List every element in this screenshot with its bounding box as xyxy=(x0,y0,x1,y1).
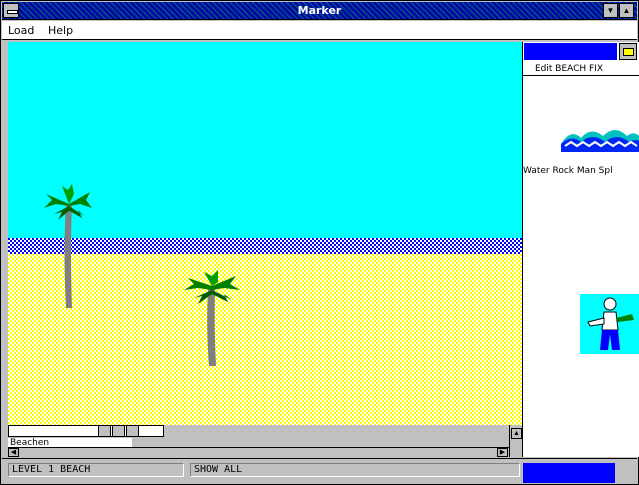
menu-item-help[interactable]: Help xyxy=(48,24,73,37)
menu-bar: Load Help xyxy=(2,21,637,40)
wave-thumbnail-icon[interactable] xyxy=(561,124,639,152)
scroll-right-button[interactable] xyxy=(126,425,139,437)
scene-toolbar-strip xyxy=(8,425,164,437)
beach-scene-canvas[interactable] xyxy=(8,42,522,425)
palm-tree-icon[interactable] xyxy=(42,182,92,312)
maximize-icon[interactable]: ▲ xyxy=(619,3,634,18)
object-palette-panel: Edit BEACH FIX Water Rock Man Spl xyxy=(522,42,639,457)
panel-header xyxy=(524,43,617,60)
status-bar: LEVEL 1 BEACH SHOW ALL xyxy=(2,458,637,484)
status-color-indicator xyxy=(523,463,615,483)
scroll-left-button[interactable] xyxy=(98,425,111,437)
title-bar[interactable]: Marker ▼ ▲ xyxy=(2,2,637,20)
scroll-right-icon[interactable]: ▶ xyxy=(497,448,508,457)
palette-categories[interactable]: Water Rock Man Spl xyxy=(523,166,639,176)
man-thumbnail-icon[interactable] xyxy=(580,294,639,354)
scroll-left-icon[interactable]: ◀ xyxy=(8,448,19,457)
horizontal-scrollbar[interactable]: ◀ ▶ xyxy=(8,447,509,457)
palm-tree-icon[interactable] xyxy=(184,270,240,370)
status-field-level: LEVEL 1 BEACH xyxy=(8,463,184,477)
scroll-up-icon[interactable]: ▲ xyxy=(511,428,522,439)
scroll-mid-button[interactable] xyxy=(112,425,125,437)
main-window: Marker ▼ ▲ Load Help Beachen ▲ ◀ ▶ Edit … xyxy=(0,0,639,485)
status-field-mode: SHOW ALL xyxy=(190,463,520,477)
window-title: Marker xyxy=(297,4,342,17)
minimize-icon[interactable]: ▼ xyxy=(603,3,618,18)
vertical-scrollbar[interactable]: ▲ xyxy=(509,425,522,457)
folder-icon[interactable] xyxy=(619,43,637,60)
menu-item-load[interactable]: Load xyxy=(8,24,34,37)
panel-tabs[interactable]: Edit BEACH FIX xyxy=(523,63,639,76)
